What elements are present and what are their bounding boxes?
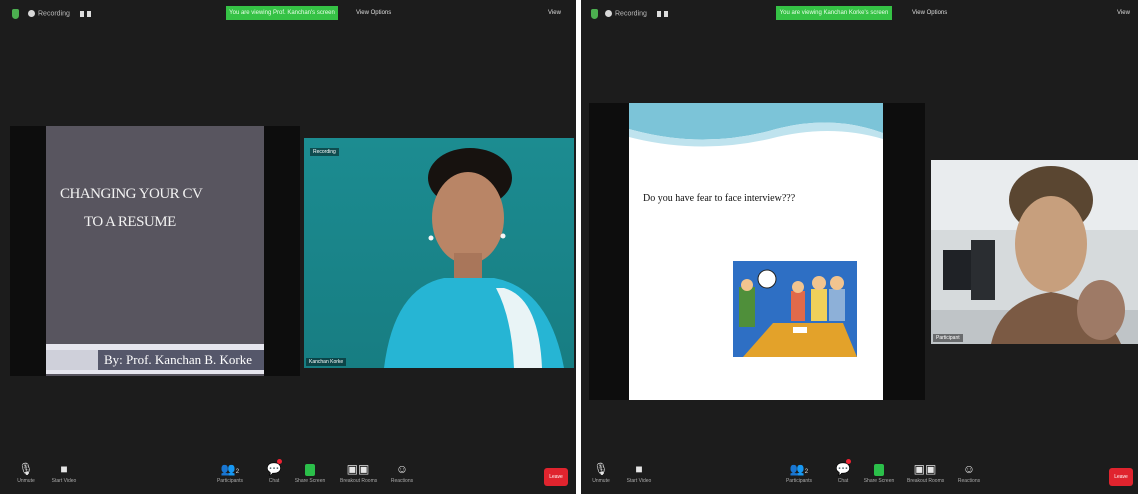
participants-icon: 👥2 [220, 462, 240, 476]
slide-footer: By: Prof. Kanchan B. Korke [46, 344, 264, 374]
breakout-rooms-button[interactable]: ▣▣ Breakout Rooms [907, 460, 944, 484]
recording-indicator[interactable]: Recording [605, 10, 668, 17]
presentation-slide: Do you have fear to face interview??? [629, 103, 883, 400]
participant-video[interactable]: Participant [931, 160, 1138, 344]
leave-button[interactable]: Leave [544, 468, 568, 486]
participants-button[interactable]: 👥2 Participants [212, 460, 248, 484]
breakout-rooms-icon: ▣▣ [346, 462, 370, 476]
reactions-icon: ☺ [395, 462, 409, 476]
viewing-screen-banner: You are viewing Prof. Kanchan's screen [226, 6, 338, 20]
interview-illustration [733, 261, 857, 357]
chat-badge [846, 459, 851, 464]
recording-indicator[interactable]: Recording [28, 10, 91, 17]
view-button[interactable]: View [1117, 10, 1130, 16]
video-button[interactable]: ■ Start Video [46, 460, 82, 484]
chat-button[interactable]: 💬 Chat [825, 459, 861, 484]
slide-author-bar: By: Prof. Kanchan B. Korke [98, 350, 264, 370]
reactions-button[interactable]: ☺ Reactions [951, 460, 987, 484]
participant-video[interactable]: Recording Kanchan Korke [304, 138, 574, 368]
pause-icon[interactable] [79, 10, 84, 17]
participants-icon: 👥2 [789, 462, 809, 476]
participants-button[interactable]: 👥2 Participants [781, 460, 817, 484]
reactions-button[interactable]: ☺ Reactions [384, 460, 420, 484]
camera-icon: ■ [635, 462, 643, 476]
top-bar: Recording You are viewing Prof. Kanchan'… [0, 6, 576, 26]
share-screen-icon [861, 460, 897, 478]
reactions-icon: ☺ [962, 462, 976, 476]
slide-title-line1: CHANGING YOUR CV [60, 186, 203, 202]
chat-icon: 💬 [825, 459, 861, 478]
stop-icon[interactable] [86, 10, 91, 17]
slide-footer-accent [46, 350, 98, 370]
shield-icon [12, 9, 19, 19]
stop-icon[interactable] [663, 10, 668, 17]
right-zoom-window: Recording You are viewing Kanchan Korke'… [581, 0, 1138, 494]
slide-wave-header [629, 103, 883, 147]
breakout-rooms-icon: ▣▣ [913, 462, 937, 476]
record-icon [605, 10, 612, 17]
view-options-button[interactable]: View Options [356, 10, 391, 16]
participant-name: Kanchan Korke [306, 358, 347, 366]
slide-title-line2: TO A RESUME [84, 214, 176, 230]
share-screen-icon [292, 460, 328, 478]
participant-figure [384, 148, 564, 368]
video-button[interactable]: ■ Start Video [621, 460, 657, 484]
viewing-screen-banner: You are viewing Kanchan Korke's screen [776, 6, 892, 20]
participant-name: Participant [933, 334, 963, 342]
shield-icon [591, 9, 598, 19]
left-zoom-window: Recording You are viewing Prof. Kanchan'… [0, 0, 576, 494]
mute-button[interactable]: 🎙 Unmute [8, 460, 44, 484]
top-bar: Recording You are viewing Kanchan Korke'… [581, 6, 1138, 26]
shared-screen: Do you have fear to face interview??? [589, 103, 925, 400]
shared-screen: CHANGING YOUR CV TO A RESUME By: Prof. K… [10, 126, 300, 376]
microphone-icon: 🎙 [18, 462, 34, 476]
participant-figure [931, 160, 1138, 344]
camera-icon: ■ [60, 462, 68, 476]
meeting-toolbar: 🎙 Unmute ■ Start Video 👥2 Participants 💬… [0, 459, 576, 494]
slide-question: Do you have fear to face interview??? [643, 193, 796, 204]
share-screen-button[interactable]: Share Screen [292, 460, 328, 484]
view-button[interactable]: View [548, 10, 561, 16]
pause-icon[interactable] [656, 10, 661, 17]
leave-button[interactable]: Leave [1109, 468, 1133, 486]
mute-button[interactable]: 🎙 Unmute [583, 460, 619, 484]
presentation-slide: CHANGING YOUR CV TO A RESUME By: Prof. K… [46, 126, 264, 376]
chat-badge [277, 459, 282, 464]
slide-author: By: Prof. Kanchan B. Korke [104, 352, 253, 367]
chat-button[interactable]: 💬 Chat [256, 459, 292, 484]
view-options-button[interactable]: View Options [912, 10, 947, 16]
share-screen-button[interactable]: Share Screen [861, 460, 897, 484]
record-icon [28, 10, 35, 17]
breakout-rooms-button[interactable]: ▣▣ Breakout Rooms [340, 460, 377, 484]
video-mic-label: Recording [310, 148, 339, 156]
chat-icon: 💬 [256, 459, 292, 478]
meeting-toolbar: 🎙 Unmute ■ Start Video 👥2 Participants 💬… [581, 459, 1138, 494]
microphone-icon: 🎙 [593, 462, 609, 476]
